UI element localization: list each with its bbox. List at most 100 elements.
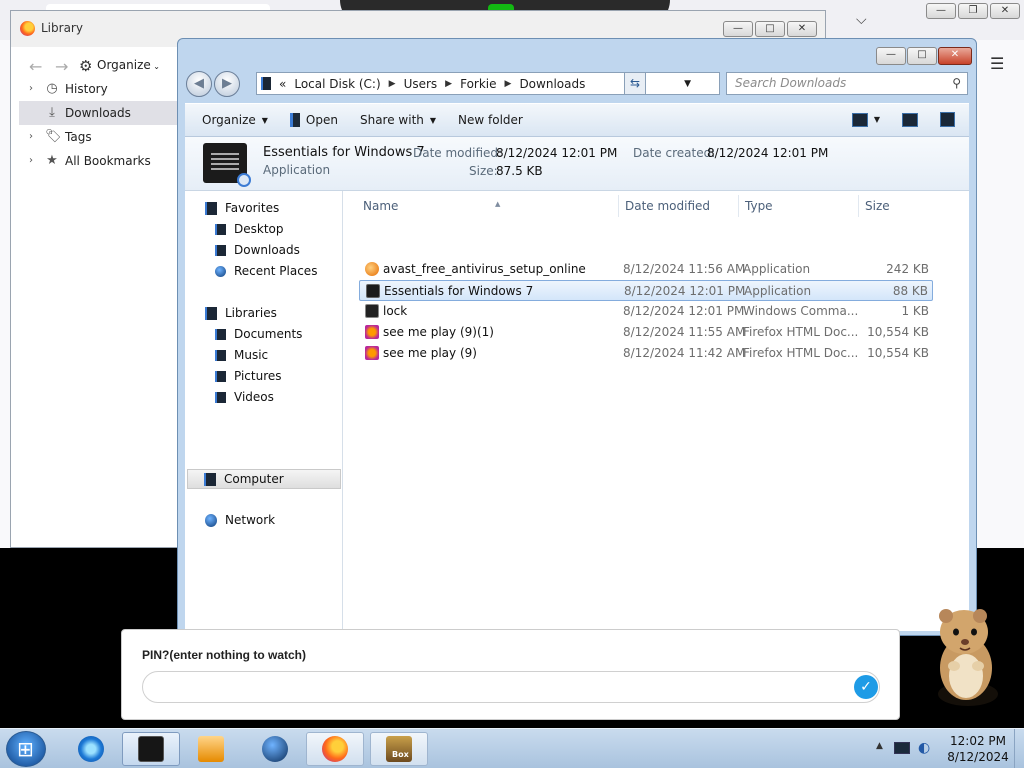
column-header-name[interactable]: Name ▲	[357, 195, 619, 217]
library-window-controls: — □ ✕	[723, 21, 817, 37]
breadcrumb-downloads[interactable]: Downloads	[519, 77, 585, 91]
breadcrumb-separator-icon[interactable]: ▶	[505, 79, 512, 89]
explorer-minimize-button[interactable]: —	[876, 47, 906, 65]
clock[interactable]: 12:02 PM 8/12/2024	[946, 733, 1010, 765]
pin-submit-check-icon[interactable]: ✓	[854, 675, 878, 699]
expand-arrow-icon[interactable]: ›	[29, 77, 39, 101]
taskbar-box-app[interactable]: Box	[370, 732, 428, 766]
nav-pictures[interactable]: Pictures	[215, 369, 282, 383]
network-status-icon[interactable]: ◐	[918, 740, 930, 756]
nav-computer[interactable]: Computer	[187, 469, 341, 489]
breadcrumb-separator-icon[interactable]: ▶	[445, 79, 452, 89]
new-folder-label: New folder	[458, 113, 523, 127]
back-button[interactable]: ◀	[186, 71, 212, 97]
preview-pane-icon[interactable]	[902, 112, 918, 127]
tree-item-label: Downloads	[65, 106, 131, 120]
file-size: 242 KB	[886, 262, 929, 276]
breadcrumb-forkie[interactable]: Forkie	[460, 77, 496, 91]
show-desktop-button[interactable]	[1014, 729, 1024, 768]
taskbar-network-app[interactable]	[246, 732, 304, 766]
library-close-button[interactable]: ✕	[787, 21, 817, 37]
library-maximize-button[interactable]: □	[755, 21, 785, 37]
explorer-maximize-button[interactable]: □	[907, 47, 937, 65]
expand-arrow-icon[interactable]: ›	[29, 125, 39, 149]
libraries-icon	[205, 306, 217, 320]
open-button[interactable]: Open	[281, 109, 347, 131]
expand-arrow-icon[interactable]: ›	[29, 149, 39, 173]
search-icon[interactable]: ⚲	[952, 73, 961, 94]
breadcrumb-separator-icon[interactable]: ▶	[389, 79, 396, 89]
firefox-icon	[322, 736, 348, 762]
nav-music[interactable]: Music	[215, 348, 268, 362]
organize-button[interactable]: Organize ▼	[193, 109, 277, 131]
breadcrumb-overflow[interactable]: «	[279, 77, 286, 91]
nav-downloads[interactable]: Downloads	[215, 243, 300, 257]
menu-hamburger-icon[interactable]: ☰	[990, 54, 1004, 73]
library-title: Library	[41, 21, 83, 35]
nav-label: Network	[225, 513, 276, 527]
file-type: Firefox HTML Doc...	[743, 346, 859, 360]
file-row[interactable]: lock 8/12/2024 12:01 PM Windows Comma...…	[359, 301, 933, 322]
media-player-icon	[198, 736, 224, 762]
file-row[interactable]: avast_free_antivirus_setup_online 8/12/2…	[359, 259, 933, 280]
nav-videos[interactable]: Videos	[215, 390, 274, 404]
nav-libraries[interactable]: Libraries	[205, 306, 277, 320]
address-dropdown-icon[interactable]: ▼	[684, 79, 691, 89]
forward-button[interactable]: ▶	[214, 71, 240, 97]
back-arrow-icon[interactable]: ←	[29, 57, 42, 76]
file-row[interactable]: see me play (9) 8/12/2024 11:42 AM Firef…	[359, 343, 933, 364]
restore-button[interactable]: ❐	[958, 3, 988, 19]
tree-item-downloads[interactable]: ⤓ Downloads	[19, 101, 179, 125]
nav-documents[interactable]: Documents	[215, 327, 302, 341]
network-icon	[205, 513, 217, 527]
taskbar-internet-explorer[interactable]	[62, 732, 120, 766]
details-file-type: Application	[263, 163, 331, 177]
tree-item-tags[interactable]: › 🏷 Tags	[19, 125, 179, 149]
nav-network[interactable]: Network	[205, 513, 275, 527]
nav-label: Videos	[234, 390, 274, 404]
view-controls: ▼	[851, 112, 955, 127]
refresh-button[interactable]: ⇆	[624, 72, 646, 95]
file-row-selected[interactable]: Essentials for Windows 7 8/12/2024 12:01…	[359, 280, 933, 301]
action-center-icon[interactable]	[894, 742, 910, 754]
taskbar-firefox[interactable]	[306, 732, 364, 766]
nav-desktop[interactable]: Desktop	[215, 222, 284, 236]
breadcrumb-local-disk[interactable]: Local Disk (C:)	[294, 77, 380, 91]
help-icon[interactable]	[940, 112, 955, 127]
file-row[interactable]: see me play (9)(1) 8/12/2024 11:55 AM Fi…	[359, 322, 933, 343]
change-view-button[interactable]: ▼	[851, 112, 880, 127]
show-hidden-icons-icon[interactable]: ▲	[876, 741, 883, 751]
organize-menu[interactable]: Organize ⌄	[97, 58, 160, 72]
explorer-close-button[interactable]: ✕	[938, 47, 972, 65]
start-button[interactable]	[6, 731, 46, 767]
taskbar-explorer[interactable]	[122, 732, 180, 766]
gear-icon: ⚙	[79, 57, 93, 75]
explorer-app-icon	[138, 736, 164, 762]
details-modified-value: 8/12/2024 12:01 PM	[496, 146, 618, 160]
file-type: Application	[743, 262, 811, 276]
nav-favorites[interactable]: Favorites	[205, 201, 279, 215]
list-all-tabs-chevron-icon[interactable]: ⌵	[856, 12, 867, 28]
search-input[interactable]: Search Downloads ⚲	[726, 72, 968, 95]
pin-input[interactable]	[142, 671, 880, 703]
file-name: Essentials for Windows 7	[384, 284, 534, 298]
minimize-button[interactable]: —	[926, 3, 956, 19]
column-size-label: Size	[865, 199, 890, 213]
back-arrow-icon: ◀	[194, 76, 204, 91]
taskbar-media-player[interactable]	[182, 732, 240, 766]
library-minimize-button[interactable]: —	[723, 21, 753, 37]
column-header-date-modified[interactable]: Date modified	[619, 195, 739, 217]
tree-item-all-bookmarks[interactable]: › ★ All Bookmarks	[19, 149, 179, 173]
nav-recent-places[interactable]: Recent Places	[215, 264, 317, 278]
close-button[interactable]: ✕	[990, 3, 1020, 19]
share-with-button[interactable]: Share with ▼	[351, 109, 445, 131]
tree-item-history[interactable]: › ◷ History	[19, 77, 179, 101]
file-modified: 8/12/2024 11:55 AM	[623, 325, 746, 339]
new-folder-button[interactable]: New folder	[449, 109, 532, 131]
address-bar[interactable]: « Local Disk (C:) ▶ Users ▶ Forkie ▶ Dow…	[256, 72, 720, 95]
nav-label: Music	[234, 348, 269, 362]
forward-arrow-icon[interactable]: →	[55, 57, 68, 76]
breadcrumb-users[interactable]: Users	[404, 77, 438, 91]
column-header-type[interactable]: Type	[739, 195, 859, 217]
column-header-size[interactable]: Size	[859, 195, 931, 217]
